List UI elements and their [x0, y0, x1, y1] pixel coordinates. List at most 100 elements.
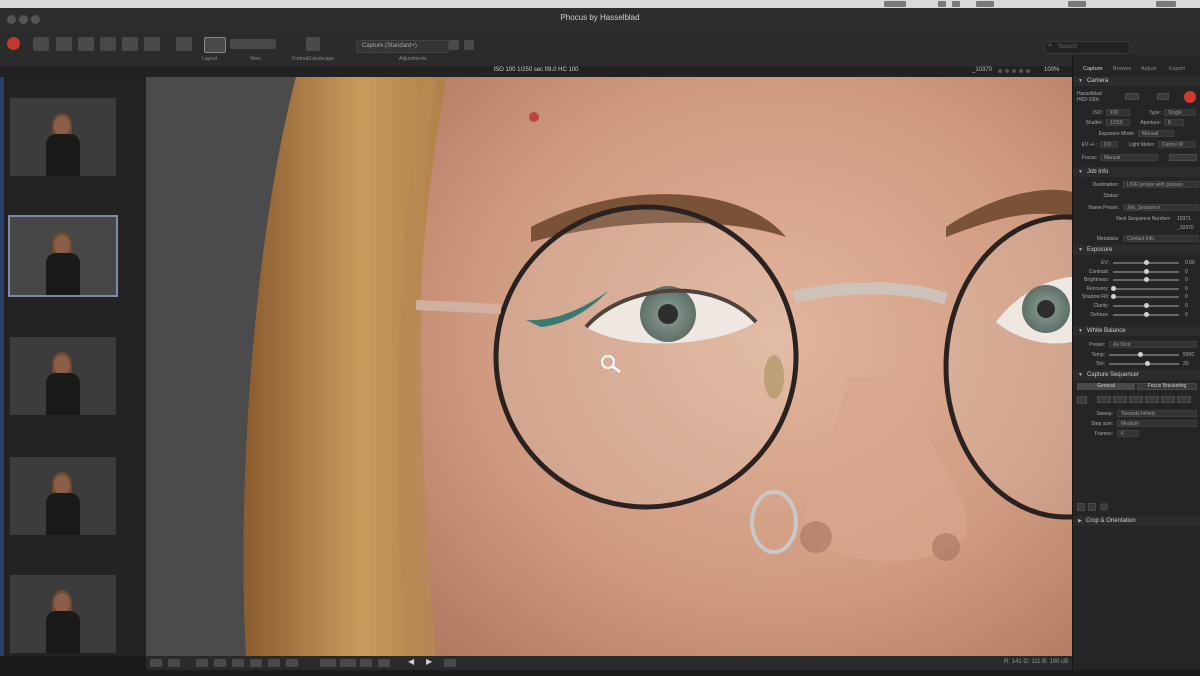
- thumbnail[interactable]: [10, 98, 116, 176]
- zoom-level[interactable]: 100%: [1044, 67, 1059, 73]
- exposure-row-value[interactable]: 0: [1185, 294, 1188, 300]
- temp-value[interactable]: 5500: [1183, 352, 1194, 358]
- tab-export[interactable]: Export: [1169, 66, 1185, 72]
- tab-capture[interactable]: Capture: [1083, 66, 1103, 72]
- frames-field[interactable]: 6: [1117, 430, 1139, 437]
- exposure-slider-track[interactable]: [1113, 287, 1179, 290]
- thumbnail[interactable]: [10, 457, 116, 535]
- step-back-fast-button[interactable]: [1113, 396, 1127, 403]
- camera-icon[interactable]: [33, 37, 49, 51]
- grid-view-icon[interactable]: [150, 659, 162, 667]
- exposure-slider-knob[interactable]: [1110, 285, 1116, 291]
- color-picker-icon[interactable]: [250, 659, 262, 667]
- exposure-row-value[interactable]: 0: [1185, 286, 1188, 292]
- thumbnail-size-small-icon[interactable]: [320, 659, 336, 667]
- details-view-icon[interactable]: [378, 659, 390, 667]
- step-first-button[interactable]: [1097, 396, 1111, 403]
- layout-grid-icon[interactable]: [230, 39, 276, 49]
- menu-extra[interactable]: [884, 1, 906, 7]
- temp-slider-knob[interactable]: [1138, 352, 1143, 357]
- step-last-button[interactable]: [1177, 396, 1191, 403]
- search-input[interactable]: Search: [1043, 41, 1131, 54]
- tab-adjust[interactable]: Adjust: [1141, 66, 1156, 72]
- brush-tool-icon[interactable]: [268, 659, 280, 667]
- exposure-slider-knob[interactable]: [1110, 294, 1116, 300]
- type-field[interactable]: Single: [1164, 109, 1196, 116]
- image-viewer[interactable]: [146, 77, 1072, 656]
- exposure-section-header[interactable]: ▼ Exposure: [1073, 245, 1200, 255]
- exposure-slider-knob[interactable]: [1143, 268, 1149, 274]
- name-preset-field[interactable]: Job_Sequence: [1123, 204, 1199, 211]
- rating-dot[interactable]: [1026, 69, 1030, 73]
- light-meter-field[interactable]: Centre W: [1158, 141, 1196, 148]
- step-size-field[interactable]: Medium: [1117, 420, 1197, 427]
- previous-image-icon[interactable]: ◀: [408, 657, 414, 666]
- thumbnail-size-large-icon[interactable]: [340, 659, 356, 667]
- step-forward-fast-button[interactable]: [1161, 396, 1175, 403]
- thumbnail[interactable]: [10, 337, 116, 415]
- sweep-field[interactable]: Towards Infinity: [1117, 410, 1197, 417]
- toolbar-button[interactable]: [100, 37, 116, 51]
- record-icon[interactable]: [7, 37, 20, 50]
- wb-preset-field[interactable]: As Shot: [1109, 341, 1197, 348]
- toolbar-button[interactable]: [144, 37, 160, 51]
- tab-browse[interactable]: Browse: [1113, 66, 1131, 72]
- tab-sequencer-general[interactable]: General: [1077, 383, 1135, 390]
- iso-field[interactable]: 100: [1106, 109, 1130, 116]
- status-icon[interactable]: [1068, 1, 1086, 7]
- fullscreen-icon[interactable]: [444, 659, 456, 667]
- job-info-section-header[interactable]: ▼ Job Info: [1073, 167, 1200, 177]
- capture-button[interactable]: [1184, 91, 1196, 103]
- aperture-field[interactable]: 8: [1164, 119, 1184, 126]
- thumbnail-selected[interactable]: [8, 215, 118, 297]
- toolbar-button[interactable]: [122, 37, 138, 51]
- list-view-icon[interactable]: [360, 659, 372, 667]
- toolbar-button[interactable]: [78, 37, 94, 51]
- temp-slider[interactable]: [1109, 354, 1179, 356]
- portrait-landscape-icon[interactable]: [306, 37, 320, 51]
- exposure-slider-knob[interactable]: [1143, 311, 1149, 317]
- rating-dot[interactable]: [998, 69, 1002, 73]
- crop-tool-icon[interactable]: [214, 659, 226, 667]
- ev-field[interactable]: 0.0: [1100, 141, 1118, 148]
- status-icon[interactable]: [976, 1, 994, 7]
- preset-select[interactable]: Capture (Standard+): [356, 40, 449, 53]
- clock[interactable]: [1156, 1, 1176, 7]
- metadata-field[interactable]: Contact Info: [1123, 235, 1199, 242]
- step-forward-button[interactable]: [1145, 396, 1159, 403]
- next-sequence-value[interactable]: 10371: [1177, 216, 1191, 222]
- exposure-row-value[interactable]: 0: [1185, 312, 1188, 318]
- rating-dot[interactable]: [1012, 69, 1016, 73]
- text-tool-icon[interactable]: [286, 659, 298, 667]
- loupe-tool-icon[interactable]: [196, 659, 208, 667]
- rating-dot[interactable]: [1005, 69, 1009, 73]
- crop-section-header[interactable]: ▶ Crop & Orientation: [1073, 516, 1200, 526]
- white-balance-section-header[interactable]: ▼ White Balance: [1073, 326, 1200, 336]
- reset-tool-icon[interactable]: [1100, 503, 1108, 511]
- exposure-row-value[interactable]: 0: [1185, 277, 1188, 283]
- camera-section-header[interactable]: ▼ Camera: [1073, 76, 1200, 86]
- status-icon[interactable]: [938, 1, 946, 7]
- camera-mode-button[interactable]: [1125, 93, 1139, 100]
- square-tool-icon[interactable]: [1077, 503, 1085, 511]
- straighten-tool-icon[interactable]: [232, 659, 244, 667]
- focus-field[interactable]: Manual: [1100, 154, 1158, 161]
- exposure-row-value[interactable]: 0: [1185, 303, 1188, 309]
- next-image-icon[interactable]: ▶: [426, 657, 432, 666]
- layout-single-icon[interactable]: [204, 37, 226, 53]
- toolbar-button[interactable]: [176, 37, 192, 51]
- toolbar-button[interactable]: [56, 37, 72, 51]
- exposure-row-value[interactable]: 0.00: [1185, 260, 1195, 266]
- live-view-button[interactable]: [1157, 93, 1169, 100]
- tint-slider-knob[interactable]: [1145, 361, 1150, 366]
- play-tool-icon[interactable]: [1088, 503, 1096, 511]
- play-sequence-button[interactable]: [1077, 396, 1087, 404]
- tab-focus-bracketing[interactable]: Focus Bracketing: [1137, 383, 1197, 390]
- status-icon[interactable]: [952, 1, 960, 7]
- exposure-slider-knob[interactable]: [1143, 277, 1149, 283]
- exposure-row-value[interactable]: 0: [1185, 269, 1188, 275]
- shutter-field[interactable]: 1/250: [1106, 119, 1130, 126]
- tint-value[interactable]: 20: [1183, 361, 1189, 367]
- exposure-slider-knob[interactable]: [1143, 260, 1149, 265]
- thumbnail[interactable]: [10, 575, 116, 653]
